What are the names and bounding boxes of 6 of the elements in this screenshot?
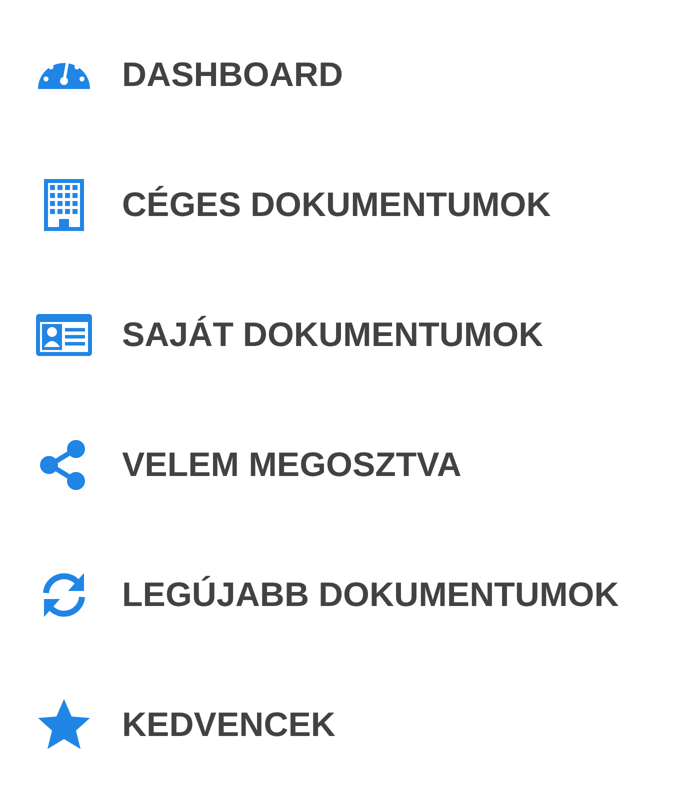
menu-item[interactable]: KEDVENCEK [34, 660, 336, 790]
menu-item[interactable]: DASHBOARD [34, 10, 343, 140]
menu-item[interactable]: VELEM MEGOSZTVA [34, 400, 462, 530]
menu-item[interactable]: SAJÁT DOKUMENTUMOK [34, 270, 544, 400]
menu-item[interactable]: LEGÚJABB DOKUMENTUMOK [34, 530, 619, 660]
menu-item[interactable]: CÉGES DOKUMENTUMOK [34, 140, 551, 270]
